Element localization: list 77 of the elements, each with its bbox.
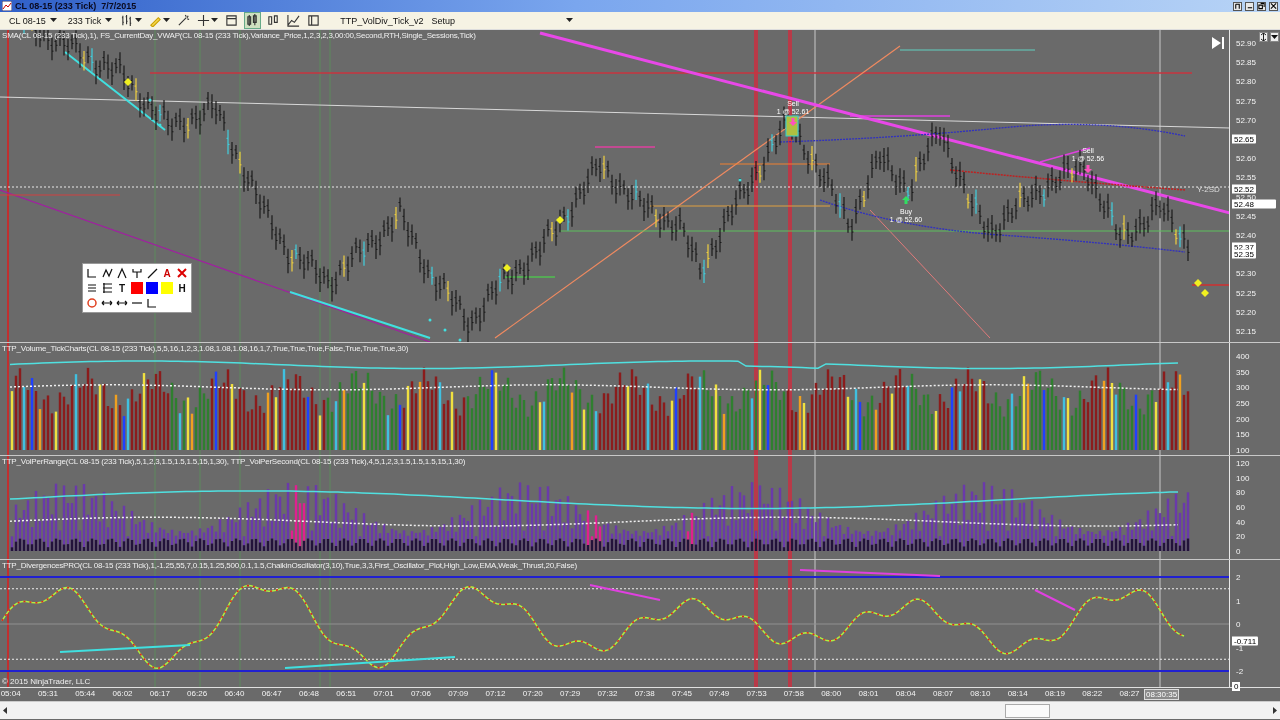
time-label: 08:14 bbox=[1006, 688, 1029, 700]
instrument-dropdown[interactable]: CL 08-15 bbox=[6, 15, 60, 26]
axis-label: 52.55 bbox=[1236, 172, 1257, 182]
axis-label: -2 bbox=[1236, 666, 1244, 676]
price-marker: 0 bbox=[1232, 682, 1241, 691]
axis-label: 40 bbox=[1236, 517, 1245, 527]
time-label: 07:49 bbox=[708, 688, 731, 700]
axis-label: 52.20 bbox=[1236, 307, 1257, 317]
time-label: 08:01 bbox=[857, 688, 880, 700]
time-label: 06:17 bbox=[148, 688, 171, 700]
axis-label: 150 bbox=[1236, 429, 1250, 439]
axis-label: 52.15 bbox=[1236, 326, 1257, 336]
axis-label: 250 bbox=[1236, 398, 1250, 408]
template-dropdown[interactable]: Setup bbox=[428, 15, 577, 26]
axis-label: 52.25 bbox=[1236, 288, 1257, 298]
axis-label: 350 bbox=[1236, 367, 1250, 377]
time-label: 08:00 bbox=[820, 688, 843, 700]
axis-label: 52.45 bbox=[1236, 211, 1257, 221]
axis-label: 1 bbox=[1236, 596, 1241, 605]
axis-label: 80 bbox=[1236, 487, 1245, 497]
time-label: 05:31 bbox=[36, 688, 59, 700]
axis-label: 400 bbox=[1236, 351, 1250, 361]
time-label: 06:26 bbox=[186, 688, 209, 700]
price-marker: 52.48 bbox=[1232, 199, 1276, 209]
time-label: 07:20 bbox=[521, 688, 544, 700]
time-label: 06:47 bbox=[260, 688, 283, 700]
axis-label: 52.85 bbox=[1236, 57, 1257, 67]
band-label: Y-2SD bbox=[1197, 185, 1220, 194]
time-label: 08:10 bbox=[969, 688, 992, 700]
time-label: 05:04 bbox=[0, 688, 22, 700]
time-label: 06:40 bbox=[223, 688, 246, 700]
axis-label: 52.40 bbox=[1236, 230, 1257, 240]
axis-label: 52.70 bbox=[1236, 115, 1257, 125]
axis-label: 52.75 bbox=[1236, 96, 1257, 106]
time-label: 07:12 bbox=[484, 688, 507, 700]
time-label: 08:22 bbox=[1081, 688, 1104, 700]
time-label: 07:01 bbox=[372, 688, 395, 700]
axis-label: 0 bbox=[1236, 546, 1241, 556]
axis-label: 60 bbox=[1236, 502, 1245, 512]
axis-label: 120 bbox=[1236, 458, 1250, 468]
price-marker: -0.711 bbox=[1232, 636, 1259, 646]
axis-label: 52.30 bbox=[1236, 268, 1257, 278]
axis-label: -1 bbox=[1236, 643, 1244, 652]
time-label: 07:58 bbox=[782, 688, 805, 700]
axis-label: 300 bbox=[1236, 382, 1250, 392]
time-label: 07:29 bbox=[559, 688, 582, 700]
price-marker: 52.52 bbox=[1232, 184, 1257, 194]
template-name: TTP_VolDiv_Tick_v2 bbox=[340, 15, 424, 26]
axis-label: 2 bbox=[1236, 572, 1241, 582]
time-label: 07:45 bbox=[670, 688, 693, 700]
axis-label: 52.60 bbox=[1236, 153, 1257, 163]
time-label: 07:06 bbox=[409, 688, 432, 700]
time-label: 08:07 bbox=[932, 688, 955, 700]
time-label: 07:38 bbox=[633, 688, 656, 700]
axis-label: 200 bbox=[1236, 414, 1250, 424]
axis-label: 100 bbox=[1236, 445, 1250, 455]
axis-label: 52.80 bbox=[1236, 76, 1257, 86]
drawing-tool-button[interactable]: A bbox=[160, 266, 174, 280]
time-label: 06:02 bbox=[111, 688, 134, 700]
cursor-time: 08:30:35 bbox=[1144, 689, 1180, 700]
time-label: 07:32 bbox=[596, 688, 619, 700]
axis-label: 20 bbox=[1236, 531, 1245, 541]
time-label: 07:09 bbox=[447, 688, 470, 700]
axis-label: 52.50 bbox=[1236, 192, 1257, 202]
time-label: 08:04 bbox=[894, 688, 917, 700]
axis-label: 52.90 bbox=[1236, 38, 1257, 48]
time-label: 07:53 bbox=[745, 688, 768, 700]
axis-label: 100 bbox=[1236, 473, 1250, 483]
time-label: 06:51 bbox=[335, 688, 358, 700]
time-label: 05:44 bbox=[74, 688, 97, 700]
price-marker: 52.65 bbox=[1232, 134, 1257, 144]
axis-label: 0 bbox=[1236, 619, 1241, 629]
time-label: 08:19 bbox=[1043, 688, 1066, 700]
window-title: CL 08-15 (233 Tick) 7/7/2015 bbox=[15, 1, 137, 11]
interval-dropdown[interactable]: 233 Tick bbox=[64, 15, 116, 26]
price-marker: 52.35 bbox=[1232, 249, 1257, 259]
time-label: 06:48 bbox=[298, 688, 321, 700]
